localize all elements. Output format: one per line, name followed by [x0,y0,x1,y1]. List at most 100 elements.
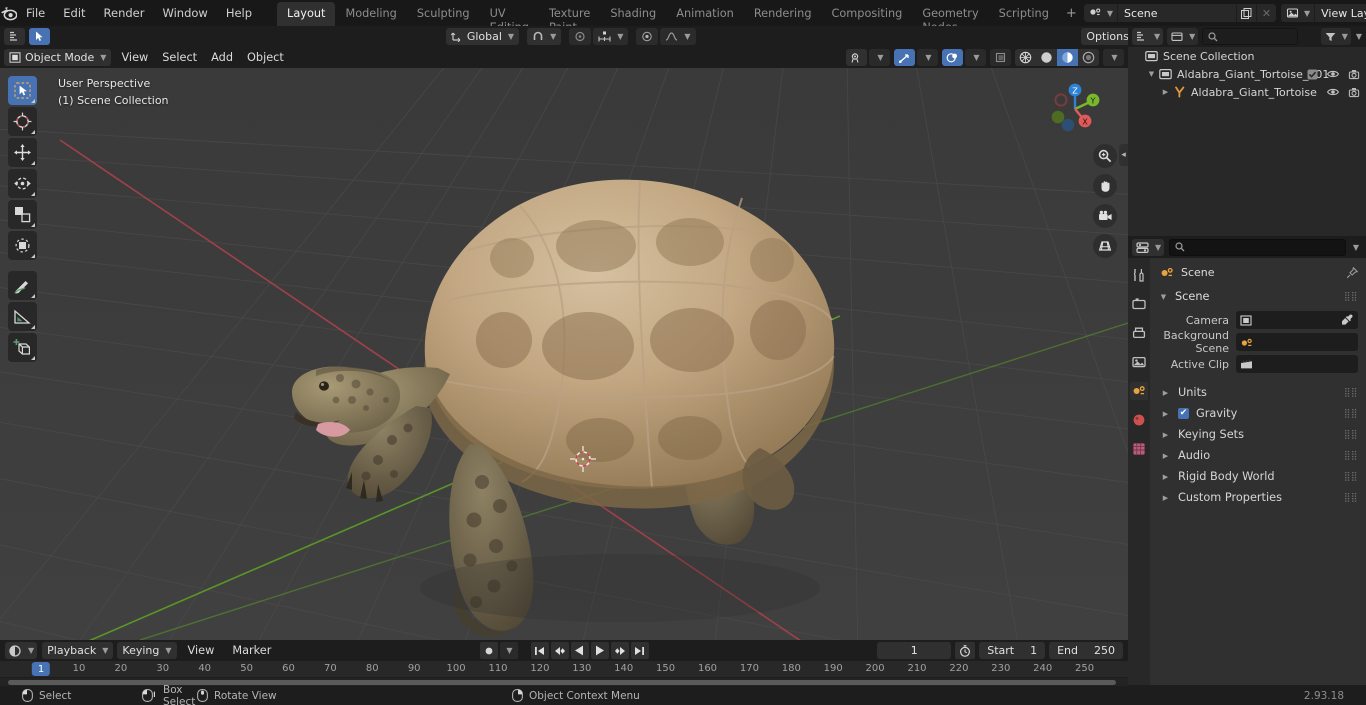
gizmo-dropdown-chevron-down-icon[interactable]: ▼ [917,49,938,66]
workspace-tab-shading[interactable]: Shading [600,2,666,26]
end-frame-field[interactable]: End 250 [1049,642,1123,659]
stopwatch-icon[interactable] [955,642,976,659]
toggle-perspective-icon[interactable] [1093,234,1117,258]
property-field-active-clip[interactable] [1236,355,1358,373]
jump-to-end-button[interactable] [630,642,649,659]
row-checkbox[interactable] [1307,69,1318,80]
jump-to-next-keyframe-button[interactable] [610,642,629,659]
zoom-icon[interactable] [1093,144,1117,168]
panel-units[interactable]: ▶ Units ⣿⣿ [1150,382,1366,403]
outliner-editor-type-icon[interactable]: ▼ [1132,28,1164,45]
move-tool[interactable] [8,138,37,167]
snap-magnet-icon[interactable]: ▼ [527,28,562,45]
scene-icon[interactable]: ▼ [1083,4,1118,22]
material-preview-shading-icon[interactable] [1057,49,1078,66]
panel-rigid-body-world[interactable]: ▶ Rigid Body World ⣿⣿ [1150,466,1366,487]
timeline-menu-view[interactable]: View [181,642,222,659]
outliner-search-input[interactable] [1202,28,1299,45]
view-layer-icon[interactable]: ▼ [1280,4,1316,22]
chevron-down-icon[interactable]: ▼ [1146,70,1157,78]
workspace-tab-uv-editing[interactable]: UV Editing [480,2,539,34]
menu-file[interactable]: File [17,3,54,23]
play-reverse-button[interactable] [570,642,589,659]
scene-name-field[interactable]: Scene [1117,4,1236,22]
pan-hand-icon[interactable] [1093,174,1117,198]
outliner-row-scene-collection[interactable]: Scene Collection [1128,47,1366,65]
workspace-tab-modeling[interactable]: Modeling [335,2,406,26]
solid-shading-icon[interactable] [1036,49,1057,66]
record-icon[interactable] [479,642,498,659]
viewport-menu-select[interactable]: Select [155,49,204,66]
add-cube-tool[interactable] [8,333,37,362]
unlink-scene-button[interactable]: ✕ [1255,4,1276,22]
property-field-background-scene[interactable] [1236,333,1358,351]
properties-tab-render[interactable] [1130,295,1148,313]
view-layer-name-field[interactable]: View Layer [1315,4,1366,22]
eyedropper-icon[interactable] [1341,314,1353,326]
workspace-tab-geometry-nodes[interactable]: Geometry Nodes [912,2,988,34]
rendered-shading-icon[interactable] [1078,49,1099,66]
new-scene-button[interactable] [1235,4,1256,22]
record-dropdown-chevron-down-icon[interactable]: ▼ [499,642,518,659]
workspace-tab-sculpting[interactable]: Sculpting [407,2,480,26]
transform-tool[interactable] [8,231,37,260]
panel-gravity[interactable]: ▶ ✔ Gravity ⣿⣿ [1150,403,1366,424]
smooth-falloff-icon[interactable]: ▼ [660,28,696,45]
gizmo-icon[interactable] [894,49,915,66]
rotate-tool[interactable] [8,169,37,198]
properties-tab-texture[interactable] [1130,440,1148,458]
navigation-gizmo[interactable]: Z Y X [1044,78,1106,140]
workspace-tab-texture-paint[interactable]: Texture Paint [539,2,600,34]
menu-help[interactable]: Help [217,3,261,23]
timeline-menu-keying[interactable]: Keying ▼ [117,642,177,659]
menu-render[interactable]: Render [95,3,154,23]
panel-custom-properties[interactable]: ▶ Custom Properties ⣿⣿ [1150,487,1366,508]
add-workspace-button[interactable]: + [1059,2,1084,25]
view-layer-selector[interactable]: ▼ View Layer ✕ [1280,4,1366,22]
row-visibility-eye-icon[interactable] [1327,69,1339,79]
panel-audio[interactable]: ▶ Audio ⣿⣿ [1150,445,1366,466]
camera-view-icon[interactable] [1093,204,1117,228]
panel-keying-sets[interactable]: ▶ Keying Sets ⣿⣿ [1150,424,1366,445]
outliner-display-mode-dropdown[interactable]: ▼ [1167,28,1199,45]
tweak-select-tool[interactable] [8,76,37,105]
row-visibility-eye-icon[interactable] [1327,87,1339,97]
object-visibility-dropdown-chevron-down-icon[interactable]: ▼ [869,49,890,66]
overlays-dropdown-chevron-down-icon[interactable]: ▼ [965,49,986,66]
proportional-edit-toggle[interactable] [636,28,659,45]
jump-to-start-button[interactable] [530,642,549,659]
properties-tab-world[interactable] [1130,411,1148,429]
blender-logo-icon[interactable] [0,0,17,26]
editor-type-icon[interactable] [4,28,25,45]
workspace-tab-scripting[interactable]: Scripting [989,2,1059,26]
3d-viewport[interactable]: User Perspective (1) Scene Collection Z … [0,68,1128,640]
menu-edit[interactable]: Edit [54,3,94,23]
timeline-ruler[interactable]: 1 10 20 30 40 50 60 70 80 90 100 110 120 130 140 150 160… [0,661,1128,678]
scene-panel-header[interactable]: ▼ Scene ⣿⣿ [1150,287,1366,306]
row-render-camera-icon[interactable] [1348,69,1360,80]
workspace-tab-animation[interactable]: Animation [666,2,744,26]
properties-search-input[interactable] [1169,238,1346,256]
viewport-sidebar-toggle-icon[interactable]: ◂ [1119,144,1128,166]
timeline-editor-type-icon[interactable]: ▼ [5,642,38,659]
viewport-menu-add[interactable]: Add [204,49,240,66]
menu-window[interactable]: Window [153,3,216,23]
chevron-right-icon[interactable]: ▶ [1160,88,1171,96]
outliner-row-aldabra_giant_tortoise[interactable]: ▶ Aldabra_Giant_Tortoise [1128,83,1366,101]
play-button[interactable] [590,642,609,659]
panel-enable-checkbox[interactable]: ✔ [1178,408,1189,419]
property-field-camera[interactable] [1236,311,1358,329]
filter-icon[interactable]: ▼ [1320,28,1351,45]
workspace-tab-rendering[interactable]: Rendering [744,2,822,26]
workspace-tab-compositing[interactable]: Compositing [822,2,913,26]
transform-orientation-dropdown[interactable]: Global ▼ [445,28,520,45]
properties-options-chevron-down-icon[interactable]: ▼ [1353,243,1362,252]
current-frame-field[interactable]: 1 [877,642,952,659]
properties-tab-output[interactable] [1130,324,1148,342]
jump-to-prev-keyframe-button[interactable] [550,642,569,659]
snap-target-icon[interactable]: ▼ [593,28,629,45]
timeline-playhead[interactable]: 1 [31,662,51,676]
shading-dropdown-chevron-down-icon[interactable]: ▼ [1103,49,1124,66]
object-mode-dropdown[interactable]: Object Mode ▼ [4,49,112,66]
properties-tab-view-layer[interactable] [1130,353,1148,371]
